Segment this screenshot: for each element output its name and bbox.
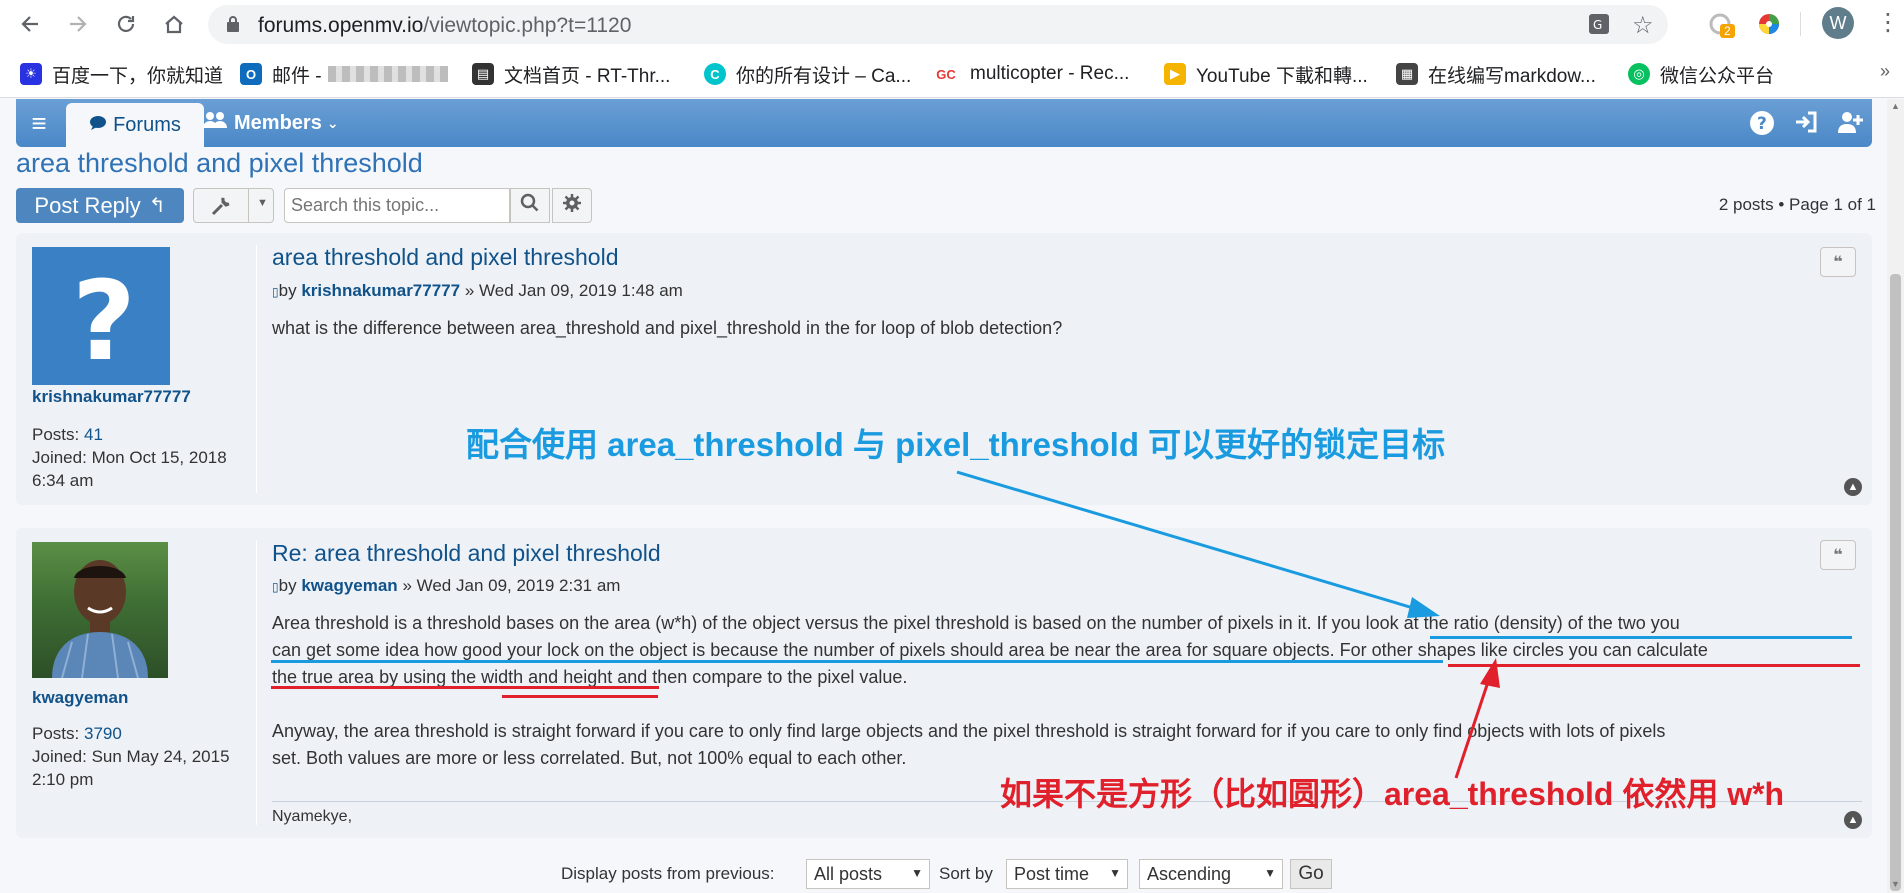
annotation-arrows (956, 470, 1500, 779)
